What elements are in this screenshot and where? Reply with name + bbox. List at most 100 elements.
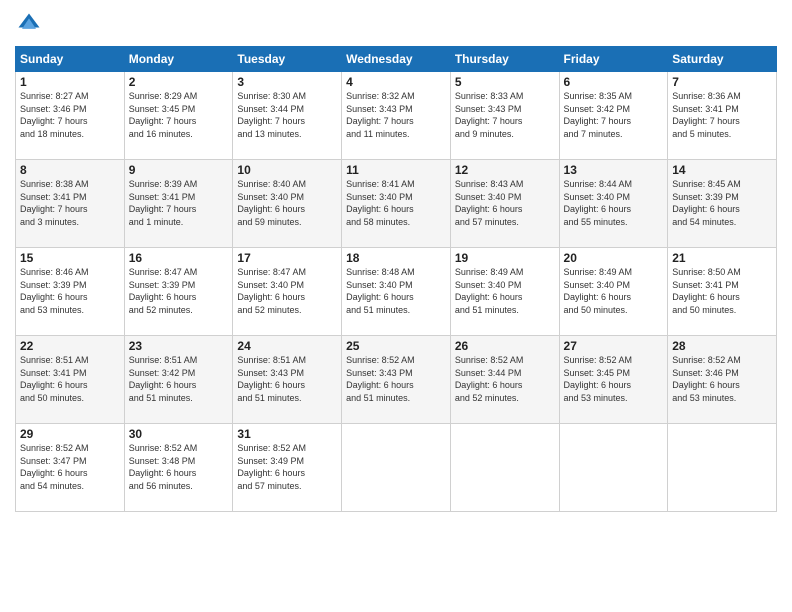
logo — [15, 10, 47, 38]
page-container: SundayMondayTuesdayWednesdayThursdayFrid… — [0, 0, 792, 612]
day-info: Sunrise: 8:41 AM Sunset: 3:40 PM Dayligh… — [346, 178, 446, 228]
day-number: 14 — [672, 163, 772, 177]
calendar-cell: 19Sunrise: 8:49 AM Sunset: 3:40 PM Dayli… — [450, 248, 559, 336]
day-number: 12 — [455, 163, 555, 177]
calendar-cell: 21Sunrise: 8:50 AM Sunset: 3:41 PM Dayli… — [668, 248, 777, 336]
day-info: Sunrise: 8:52 AM Sunset: 3:48 PM Dayligh… — [129, 442, 229, 492]
calendar-cell: 31Sunrise: 8:52 AM Sunset: 3:49 PM Dayli… — [233, 424, 342, 512]
day-info: Sunrise: 8:47 AM Sunset: 3:40 PM Dayligh… — [237, 266, 337, 316]
calendar-cell: 13Sunrise: 8:44 AM Sunset: 3:40 PM Dayli… — [559, 160, 668, 248]
day-info: Sunrise: 8:38 AM Sunset: 3:41 PM Dayligh… — [20, 178, 120, 228]
day-info: Sunrise: 8:43 AM Sunset: 3:40 PM Dayligh… — [455, 178, 555, 228]
calendar-cell: 9Sunrise: 8:39 AM Sunset: 3:41 PM Daylig… — [124, 160, 233, 248]
calendar-cell: 30Sunrise: 8:52 AM Sunset: 3:48 PM Dayli… — [124, 424, 233, 512]
calendar-cell: 18Sunrise: 8:48 AM Sunset: 3:40 PM Dayli… — [342, 248, 451, 336]
day-info: Sunrise: 8:36 AM Sunset: 3:41 PM Dayligh… — [672, 90, 772, 140]
day-info: Sunrise: 8:51 AM Sunset: 3:42 PM Dayligh… — [129, 354, 229, 404]
day-info: Sunrise: 8:32 AM Sunset: 3:43 PM Dayligh… — [346, 90, 446, 140]
day-info: Sunrise: 8:39 AM Sunset: 3:41 PM Dayligh… — [129, 178, 229, 228]
calendar-cell: 7Sunrise: 8:36 AM Sunset: 3:41 PM Daylig… — [668, 72, 777, 160]
calendar-week-3: 15Sunrise: 8:46 AM Sunset: 3:39 PM Dayli… — [16, 248, 777, 336]
calendar-table: SundayMondayTuesdayWednesdayThursdayFrid… — [15, 46, 777, 512]
day-number: 7 — [672, 75, 772, 89]
day-number: 26 — [455, 339, 555, 353]
calendar-cell — [342, 424, 451, 512]
day-info: Sunrise: 8:52 AM Sunset: 3:43 PM Dayligh… — [346, 354, 446, 404]
day-number: 25 — [346, 339, 446, 353]
day-number: 6 — [564, 75, 664, 89]
calendar-cell: 4Sunrise: 8:32 AM Sunset: 3:43 PM Daylig… — [342, 72, 451, 160]
day-info: Sunrise: 8:51 AM Sunset: 3:43 PM Dayligh… — [237, 354, 337, 404]
day-number: 15 — [20, 251, 120, 265]
day-info: Sunrise: 8:52 AM Sunset: 3:44 PM Dayligh… — [455, 354, 555, 404]
day-number: 17 — [237, 251, 337, 265]
calendar-cell: 12Sunrise: 8:43 AM Sunset: 3:40 PM Dayli… — [450, 160, 559, 248]
calendar-cell — [450, 424, 559, 512]
day-info: Sunrise: 8:30 AM Sunset: 3:44 PM Dayligh… — [237, 90, 337, 140]
day-header-sunday: Sunday — [16, 47, 125, 72]
day-info: Sunrise: 8:52 AM Sunset: 3:46 PM Dayligh… — [672, 354, 772, 404]
day-number: 2 — [129, 75, 229, 89]
calendar-cell: 17Sunrise: 8:47 AM Sunset: 3:40 PM Dayli… — [233, 248, 342, 336]
calendar-cell: 25Sunrise: 8:52 AM Sunset: 3:43 PM Dayli… — [342, 336, 451, 424]
day-header-tuesday: Tuesday — [233, 47, 342, 72]
calendar-cell: 27Sunrise: 8:52 AM Sunset: 3:45 PM Dayli… — [559, 336, 668, 424]
day-header-monday: Monday — [124, 47, 233, 72]
calendar-cell: 22Sunrise: 8:51 AM Sunset: 3:41 PM Dayli… — [16, 336, 125, 424]
day-info: Sunrise: 8:50 AM Sunset: 3:41 PM Dayligh… — [672, 266, 772, 316]
day-header-friday: Friday — [559, 47, 668, 72]
day-info: Sunrise: 8:45 AM Sunset: 3:39 PM Dayligh… — [672, 178, 772, 228]
day-info: Sunrise: 8:27 AM Sunset: 3:46 PM Dayligh… — [20, 90, 120, 140]
day-number: 4 — [346, 75, 446, 89]
day-number: 11 — [346, 163, 446, 177]
calendar-cell: 6Sunrise: 8:35 AM Sunset: 3:42 PM Daylig… — [559, 72, 668, 160]
calendar-week-4: 22Sunrise: 8:51 AM Sunset: 3:41 PM Dayli… — [16, 336, 777, 424]
day-number: 19 — [455, 251, 555, 265]
day-info: Sunrise: 8:46 AM Sunset: 3:39 PM Dayligh… — [20, 266, 120, 316]
day-number: 20 — [564, 251, 664, 265]
header — [15, 10, 777, 38]
day-number: 9 — [129, 163, 229, 177]
day-info: Sunrise: 8:51 AM Sunset: 3:41 PM Dayligh… — [20, 354, 120, 404]
day-number: 30 — [129, 427, 229, 441]
day-number: 24 — [237, 339, 337, 353]
day-number: 18 — [346, 251, 446, 265]
calendar-cell: 24Sunrise: 8:51 AM Sunset: 3:43 PM Dayli… — [233, 336, 342, 424]
calendar-cell: 10Sunrise: 8:40 AM Sunset: 3:40 PM Dayli… — [233, 160, 342, 248]
calendar-cell: 14Sunrise: 8:45 AM Sunset: 3:39 PM Dayli… — [668, 160, 777, 248]
day-number: 10 — [237, 163, 337, 177]
day-number: 27 — [564, 339, 664, 353]
calendar-cell: 15Sunrise: 8:46 AM Sunset: 3:39 PM Dayli… — [16, 248, 125, 336]
calendar-cell: 5Sunrise: 8:33 AM Sunset: 3:43 PM Daylig… — [450, 72, 559, 160]
calendar-week-2: 8Sunrise: 8:38 AM Sunset: 3:41 PM Daylig… — [16, 160, 777, 248]
day-number: 1 — [20, 75, 120, 89]
logo-icon — [15, 10, 43, 38]
day-info: Sunrise: 8:49 AM Sunset: 3:40 PM Dayligh… — [564, 266, 664, 316]
day-info: Sunrise: 8:49 AM Sunset: 3:40 PM Dayligh… — [455, 266, 555, 316]
calendar-cell: 8Sunrise: 8:38 AM Sunset: 3:41 PM Daylig… — [16, 160, 125, 248]
calendar-cell — [668, 424, 777, 512]
calendar-week-1: 1Sunrise: 8:27 AM Sunset: 3:46 PM Daylig… — [16, 72, 777, 160]
day-info: Sunrise: 8:47 AM Sunset: 3:39 PM Dayligh… — [129, 266, 229, 316]
day-number: 22 — [20, 339, 120, 353]
calendar-cell — [559, 424, 668, 512]
day-header-wednesday: Wednesday — [342, 47, 451, 72]
day-number: 5 — [455, 75, 555, 89]
calendar-cell: 11Sunrise: 8:41 AM Sunset: 3:40 PM Dayli… — [342, 160, 451, 248]
day-info: Sunrise: 8:52 AM Sunset: 3:45 PM Dayligh… — [564, 354, 664, 404]
day-info: Sunrise: 8:48 AM Sunset: 3:40 PM Dayligh… — [346, 266, 446, 316]
day-number: 23 — [129, 339, 229, 353]
calendar-cell: 29Sunrise: 8:52 AM Sunset: 3:47 PM Dayli… — [16, 424, 125, 512]
calendar-cell: 16Sunrise: 8:47 AM Sunset: 3:39 PM Dayli… — [124, 248, 233, 336]
calendar-cell: 23Sunrise: 8:51 AM Sunset: 3:42 PM Dayli… — [124, 336, 233, 424]
day-info: Sunrise: 8:52 AM Sunset: 3:47 PM Dayligh… — [20, 442, 120, 492]
calendar-cell: 1Sunrise: 8:27 AM Sunset: 3:46 PM Daylig… — [16, 72, 125, 160]
day-number: 28 — [672, 339, 772, 353]
day-number: 31 — [237, 427, 337, 441]
day-number: 16 — [129, 251, 229, 265]
day-info: Sunrise: 8:29 AM Sunset: 3:45 PM Dayligh… — [129, 90, 229, 140]
calendar-week-5: 29Sunrise: 8:52 AM Sunset: 3:47 PM Dayli… — [16, 424, 777, 512]
day-number: 13 — [564, 163, 664, 177]
day-number: 29 — [20, 427, 120, 441]
day-info: Sunrise: 8:35 AM Sunset: 3:42 PM Dayligh… — [564, 90, 664, 140]
